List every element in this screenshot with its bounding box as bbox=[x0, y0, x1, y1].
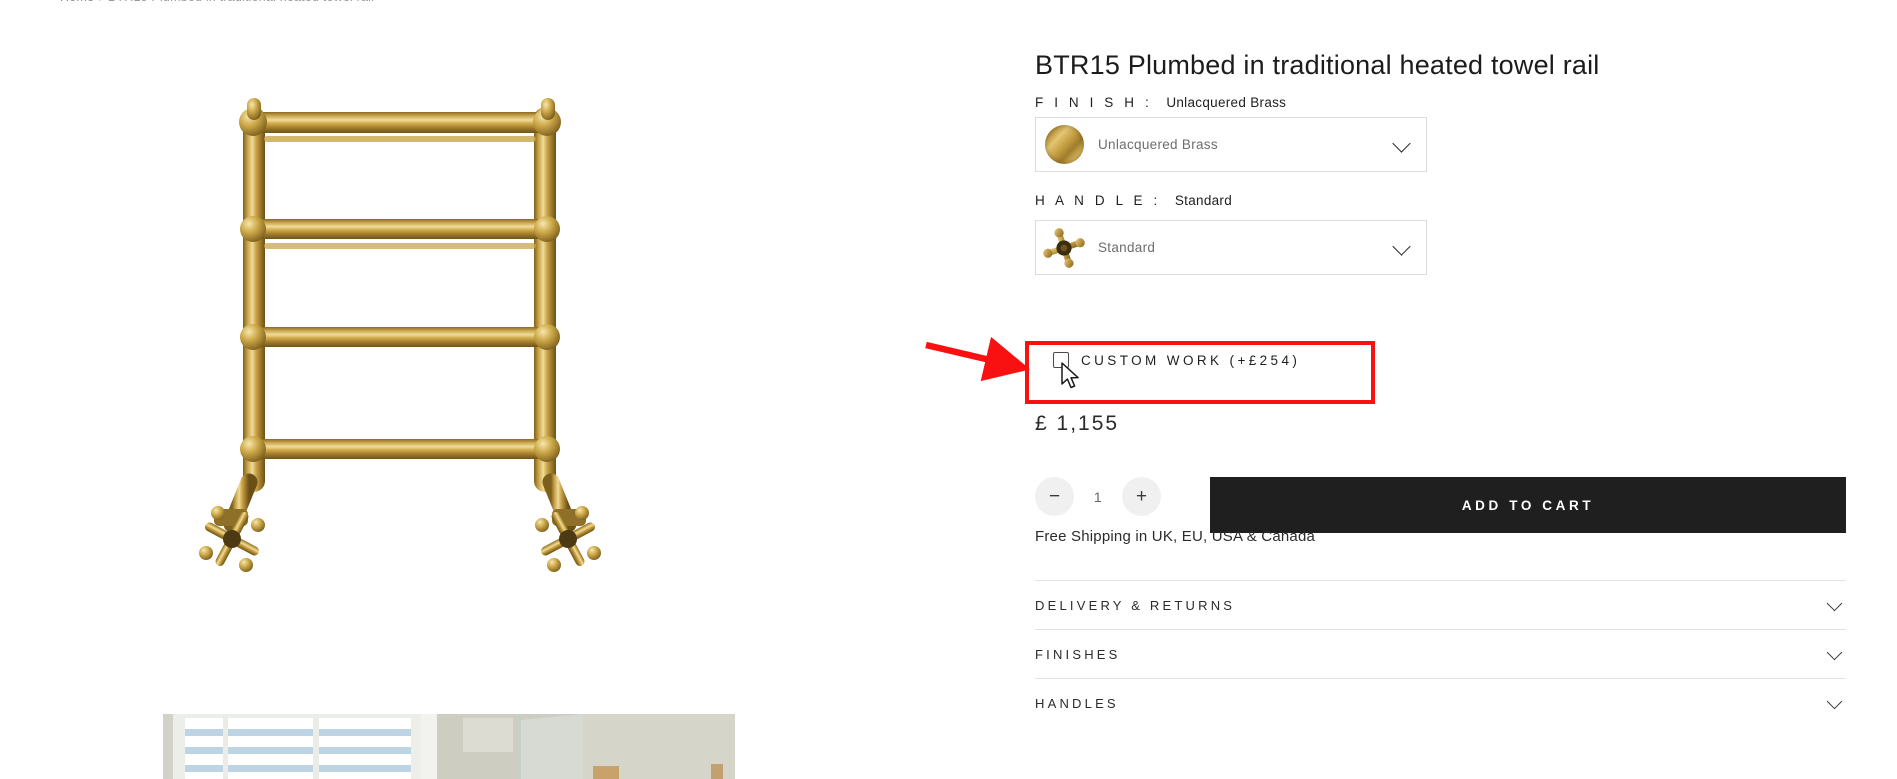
product-info-panel: BTR15 Plumbed in traditional heated towe… bbox=[1025, 0, 1897, 779]
chevron-down-icon bbox=[1826, 595, 1843, 612]
quantity-increase-button[interactable]: + bbox=[1122, 477, 1161, 516]
product-price: £ 1,155 bbox=[1035, 412, 1120, 435]
breadcrumb-separator: / bbox=[99, 0, 103, 4]
handle-label-key: H A N D L E : bbox=[1035, 193, 1161, 208]
accordion-item-delivery-returns[interactable]: DELIVERY & RETURNS bbox=[1035, 580, 1846, 629]
annotation-arrow-icon bbox=[925, 336, 1031, 382]
breadcrumb: Home / BTR15 Plumbed in traditional heated… bbox=[60, 0, 374, 4]
custom-work-option[interactable]: CUSTOM WORK (+£254) bbox=[1053, 352, 1300, 368]
secondary-product-image[interactable] bbox=[163, 714, 735, 779]
handle-label: H A N D L E : Standard bbox=[1035, 193, 1232, 208]
accordion-label: DELIVERY & RETURNS bbox=[1035, 597, 1236, 613]
accordion-item-handles[interactable]: HANDLES bbox=[1035, 678, 1846, 727]
product-accordion: DELIVERY & RETURNS FINISHES HANDLES bbox=[1035, 580, 1846, 727]
breadcrumb-current: BTR15 Plumbed in traditional heated towe… bbox=[108, 0, 374, 4]
handle-select-value: Standard bbox=[1098, 240, 1156, 255]
breadcrumb-home[interactable]: Home bbox=[60, 0, 94, 4]
accordion-label: FINISHES bbox=[1035, 646, 1121, 662]
page-title: BTR15 Plumbed in traditional heated towe… bbox=[1035, 50, 1600, 80]
chevron-down-icon bbox=[1392, 133, 1411, 153]
product-page: Home / BTR15 Plumbed in traditional heated… bbox=[0, 0, 1897, 779]
shipping-note: Free Shipping in UK, EU, USA & Canada bbox=[1035, 528, 1316, 545]
finish-select-value: Unlacquered Brass bbox=[1098, 137, 1218, 152]
accordion-label: HANDLES bbox=[1035, 695, 1119, 711]
quantity-value: 1 bbox=[1093, 488, 1103, 505]
chevron-down-icon bbox=[1826, 693, 1843, 710]
add-to-cart-button[interactable]: ADD TO CART bbox=[1210, 477, 1846, 533]
bathroom-scene-illustration bbox=[163, 714, 735, 779]
handle-select[interactable]: Standard bbox=[1035, 220, 1427, 275]
custom-work-label: CUSTOM WORK (+£254) bbox=[1081, 352, 1301, 368]
brass-towel-rail-illustration bbox=[199, 98, 601, 572]
cross-handle-tap-swatch-icon bbox=[1039, 223, 1089, 273]
finish-selected-value: Unlacquered Brass bbox=[1166, 95, 1287, 110]
finish-label-key: F I N I S H : bbox=[1035, 95, 1153, 110]
quantity-stepper: − 1 + bbox=[1035, 477, 1161, 516]
chevron-down-icon bbox=[1826, 644, 1843, 661]
accordion-item-finishes[interactable]: FINISHES bbox=[1035, 629, 1846, 678]
product-gallery bbox=[0, 12, 840, 779]
chevron-down-icon bbox=[1392, 236, 1411, 256]
handle-selected-value: Standard bbox=[1174, 193, 1233, 208]
finish-select[interactable]: Unlacquered Brass bbox=[1035, 117, 1427, 172]
quantity-decrease-button[interactable]: − bbox=[1035, 477, 1074, 516]
finish-label: F I N I S H : Unlacquered Brass bbox=[1035, 95, 1286, 110]
main-product-image[interactable] bbox=[0, 12, 840, 702]
brass-circle-swatch-icon bbox=[1039, 120, 1089, 170]
custom-work-checkbox[interactable] bbox=[1053, 352, 1069, 368]
